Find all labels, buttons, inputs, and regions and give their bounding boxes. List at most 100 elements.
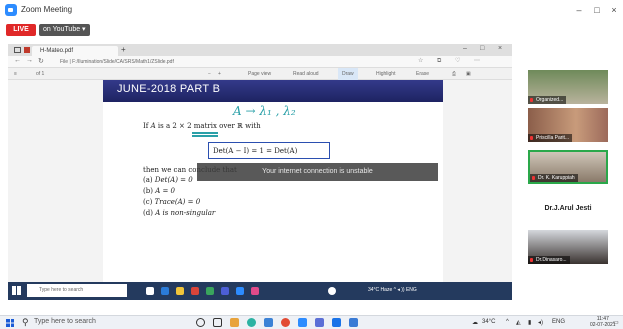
- browser-tab[interactable]: H-Mateo.pdf: [32, 46, 118, 56]
- shared-app-icon: [251, 287, 259, 295]
- participant-tile[interactable]: Organized...: [528, 70, 608, 104]
- pdf-slide: JUNE-2018 PART B A → λ₁ , λ₂ If A is a 2…: [103, 80, 443, 314]
- option-b: (b) A = 0: [143, 187, 175, 195]
- shared-edge-icon: [161, 287, 169, 295]
- zoom-out-icon[interactable]: −: [208, 68, 211, 80]
- shared-app-icon: [221, 287, 229, 295]
- save-icon[interactable]: ▣: [466, 68, 471, 80]
- print-icon[interactable]: ⎙: [452, 68, 456, 80]
- shared-app-icon: [206, 287, 214, 295]
- tab-actions-icon[interactable]: [14, 47, 21, 53]
- browser-tab-label: H-Mateo.pdf: [40, 48, 74, 54]
- read-aloud-button[interactable]: Read aloud: [293, 68, 319, 80]
- shared-tray: 34°C Haze ^ ◂ )) ENG: [368, 287, 417, 293]
- participant-name: Dr. K. Karuppiah: [530, 174, 578, 182]
- weather-text[interactable]: 34°C: [482, 319, 495, 325]
- app-icon[interactable]: [315, 318, 324, 327]
- option-c: (c) Trace(A) = 0: [143, 198, 200, 206]
- question-line-1: If A is a 2 × 2 matrix over ℝ with: [143, 122, 261, 130]
- participant-tile-active-speaker[interactable]: Dr. K. Karuppiah: [528, 150, 608, 184]
- ink-underline: [192, 135, 218, 137]
- cortana-icon[interactable]: [196, 318, 205, 327]
- browser-close-icon[interactable]: ×: [498, 45, 502, 52]
- back-icon[interactable]: ←: [14, 57, 21, 64]
- weather-icon[interactable]: ☁: [472, 319, 478, 326]
- refresh-icon[interactable]: ↻: [38, 57, 44, 65]
- participant-tile[interactable]: Priscilla Parit...: [528, 108, 608, 142]
- slide-title: JUNE-2018 PART B: [117, 83, 221, 95]
- draw-button[interactable]: Draw: [338, 68, 358, 80]
- shared-taskview-icon: [146, 287, 154, 295]
- option-d-label: (d): [143, 209, 153, 217]
- network-icon[interactable]: ◭: [516, 319, 521, 326]
- participant-tile-no-video[interactable]: Dr.J.Arul Jesti: [528, 192, 608, 226]
- live-destination-button[interactable]: on YouTube ▾: [39, 24, 90, 36]
- maximize-icon[interactable]: □: [590, 4, 604, 16]
- minimize-icon[interactable]: –: [572, 4, 586, 16]
- ink-underline: [192, 132, 218, 134]
- language-indicator[interactable]: ENG: [552, 319, 565, 325]
- task-view-icon[interactable]: [213, 318, 222, 327]
- zoom-in-icon[interactable]: +: [218, 68, 221, 80]
- window-title: Zoom Meeting: [21, 5, 73, 14]
- notifications-icon[interactable]: ▭: [613, 319, 619, 326]
- option-d: (d) A is non-singular: [143, 209, 215, 217]
- shared-app-icon: [191, 287, 199, 295]
- shared-search-box: Type here to search: [27, 284, 127, 297]
- windows-taskbar: ⚲ Type here to search ☁ 34°C ^ ◭ ▮ ◂) EN…: [0, 315, 623, 329]
- chrome-icon[interactable]: [281, 318, 290, 327]
- zoom-logo-icon: [5, 4, 17, 16]
- battery-icon[interactable]: ▮: [528, 319, 531, 326]
- zoom-window: Zoom Meeting – □ × LIVE on YouTube ▾ H-M…: [0, 0, 623, 315]
- highlight-button[interactable]: Highlight: [376, 68, 395, 80]
- address-bar: ← → ↻ File | F:/Ilumination/Slide/CA/SRS…: [8, 56, 512, 68]
- tray-chevron-icon[interactable]: ^: [506, 319, 509, 325]
- clock[interactable]: 11:47 02-07-2021: [590, 316, 616, 328]
- participant-name: Priscilla Parit...: [528, 134, 573, 142]
- shared-chrome-icon: [328, 287, 336, 295]
- close-icon[interactable]: ×: [607, 4, 621, 16]
- clock-date: 02-07-2021: [590, 322, 616, 328]
- option-a: (a) Det(A) = 0: [143, 176, 193, 184]
- question-line-1-pre: If: [143, 122, 151, 130]
- slide-header: JUNE-2018 PART B: [103, 80, 443, 102]
- shared-folder-icon: [176, 287, 184, 295]
- ink-box: [208, 142, 330, 159]
- question-line-1-post: is a 2 × 2 matrix over ℝ with: [155, 122, 261, 130]
- participant-name: Dr.Dinasaro...: [528, 256, 570, 264]
- shared-start-icon: [12, 286, 21, 295]
- forward-icon[interactable]: →: [26, 57, 33, 64]
- shared-zoom-icon: [236, 287, 244, 295]
- shared-taskbar: Type here to search 34°C Haze ^ ◂ )) ENG: [8, 282, 512, 300]
- pdf-toolbar: ≡ of 1 − + Page view Read aloud Draw Hig…: [8, 68, 512, 80]
- participant-name: Organized...: [528, 96, 567, 104]
- app-icon[interactable]: [349, 318, 358, 327]
- contents-icon[interactable]: ≡: [14, 68, 17, 80]
- edge-icon[interactable]: [247, 318, 256, 327]
- zoom-taskbar-icon[interactable]: [298, 318, 307, 327]
- handwritten-annotation: A → λ₁ , λ₂: [233, 104, 296, 118]
- browser-tabbar: H-Mateo.pdf + – □ ×: [8, 44, 512, 56]
- erase-button[interactable]: Erase: [416, 68, 429, 80]
- connection-unstable-notice: Your internet connection is unstable: [197, 163, 438, 181]
- participant-tile[interactable]: Dr.Dinasaro...: [528, 230, 608, 264]
- file-explorer-icon[interactable]: [230, 318, 239, 327]
- new-tab-icon[interactable]: +: [121, 45, 126, 54]
- volume-icon[interactable]: ◂): [538, 319, 543, 326]
- address-bar-icons[interactable]: ☆ ⧉ ♡ ⋯: [418, 57, 486, 65]
- browser-minimize-icon[interactable]: –: [463, 45, 467, 52]
- url-field[interactable]: File | F:/Ilumination/Slide/CA/SRS/Math1…: [60, 58, 390, 66]
- windows-start-icon[interactable]: [6, 319, 14, 327]
- option-c-text: Trace(A) = 0: [154, 198, 201, 206]
- search-icon[interactable]: ⚲: [22, 317, 29, 328]
- taskbar-search-input[interactable]: Type here to search: [34, 318, 96, 325]
- browser-maximize-icon[interactable]: □: [480, 45, 484, 52]
- live-badge[interactable]: LIVE: [6, 24, 36, 36]
- page-view-button[interactable]: Page view: [248, 68, 271, 80]
- app-icon[interactable]: [332, 318, 341, 327]
- store-icon[interactable]: [264, 318, 273, 327]
- option-d-text: A is non-singular: [155, 209, 216, 217]
- option-a-text: Det(A) = 0: [154, 176, 193, 184]
- option-a-label: (a): [143, 176, 153, 184]
- option-b-label: (b): [143, 187, 153, 195]
